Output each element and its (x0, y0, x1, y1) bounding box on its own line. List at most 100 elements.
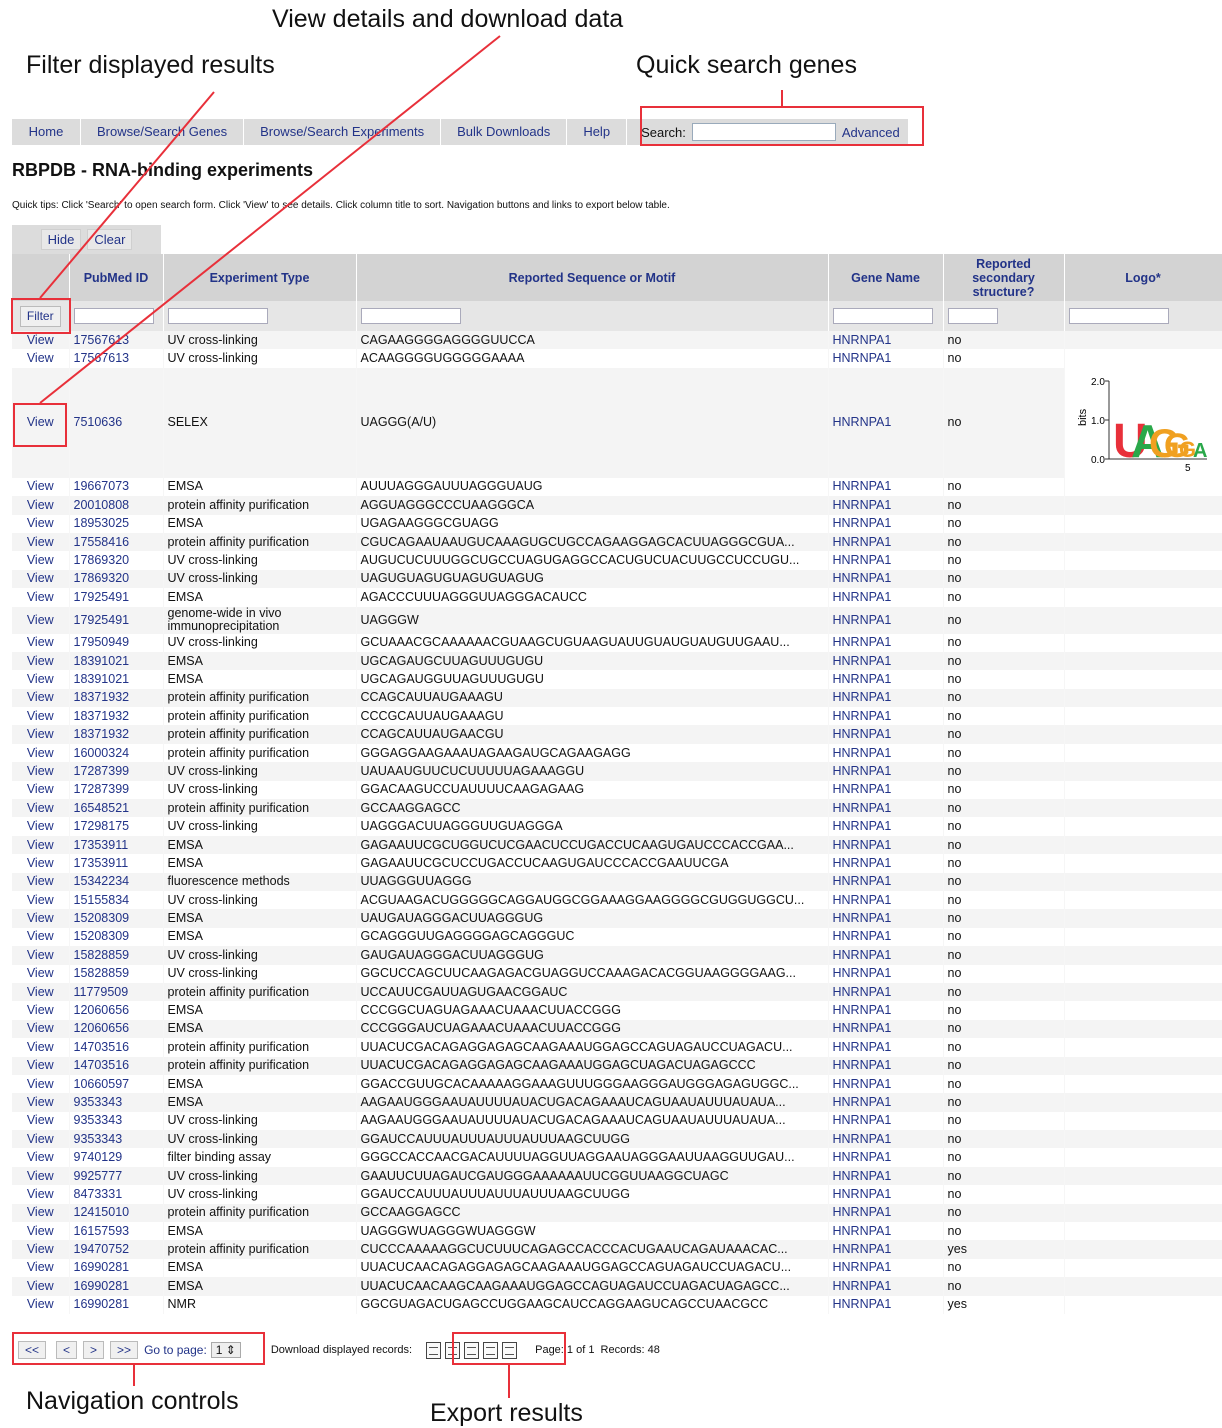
view-link[interactable]: View (12, 1258, 70, 1278)
pubmed-id-link[interactable]: 12415010 (69, 1203, 164, 1223)
view-link[interactable]: View (12, 1185, 70, 1204)
gene-name-link[interactable]: HNRNPA1 (828, 1185, 944, 1204)
gene-name-link[interactable]: HNRNPA1 (828, 1019, 944, 1039)
view-link[interactable]: View (12, 964, 70, 983)
pubmed-id-link[interactable]: 20010808 (69, 496, 164, 515)
gene-name-link[interactable]: HNRNPA1 (828, 1166, 944, 1186)
pubmed-id-link[interactable]: 17925491 (69, 588, 164, 607)
filter-structure-input[interactable] (947, 308, 998, 324)
view-link[interactable]: View (12, 1240, 70, 1259)
gene-name-link[interactable]: HNRNPA1 (828, 964, 944, 983)
view-link[interactable]: View (12, 496, 70, 515)
pubmed-id-link[interactable]: 9353343 (69, 1093, 164, 1112)
view-link[interactable]: View (12, 780, 70, 800)
pubmed-id-link[interactable]: 16990281 (69, 1295, 164, 1314)
view-link[interactable]: View (12, 606, 70, 634)
nav-tab-browse-genes[interactable]: Browse/Search Genes (81, 119, 245, 145)
gene-name-link[interactable]: HNRNPA1 (828, 743, 944, 763)
gene-name-link[interactable]: HNRNPA1 (828, 927, 944, 947)
pubmed-id-link[interactable]: 16990281 (69, 1258, 164, 1278)
view-link[interactable]: View (12, 1148, 70, 1167)
gene-name-link[interactable]: HNRNPA1 (828, 1203, 944, 1223)
pubmed-id-link[interactable]: 14703516 (69, 1056, 164, 1075)
filter-experiment-input[interactable] (167, 308, 268, 324)
view-link[interactable]: View (12, 1166, 70, 1186)
gene-name-link[interactable]: HNRNPA1 (828, 1277, 944, 1296)
view-link[interactable]: View (12, 762, 70, 781)
view-link[interactable]: View (12, 799, 70, 818)
nav-tab-help[interactable]: Help (567, 119, 628, 145)
pubmed-id-link[interactable]: 17950949 (69, 633, 164, 652)
gene-name-link[interactable]: HNRNPA1 (828, 670, 944, 689)
gene-name-link[interactable]: HNRNPA1 (828, 1093, 944, 1112)
view-link[interactable]: View (12, 927, 70, 947)
pubmed-id-link[interactable]: 15828859 (69, 964, 164, 983)
pubmed-id-link[interactable]: 17287399 (69, 762, 164, 781)
pubmed-id-link[interactable]: 19667073 (69, 477, 164, 497)
gene-name-link[interactable]: HNRNPA1 (828, 817, 944, 836)
pubmed-id-link[interactable]: 15342234 (69, 872, 164, 891)
pubmed-id-link[interactable]: 17298175 (69, 817, 164, 836)
hide-button[interactable]: Hide (40, 229, 82, 250)
gene-name-link[interactable]: HNRNPA1 (828, 1240, 944, 1259)
pubmed-id-link[interactable]: 17353911 (69, 854, 164, 873)
gene-name-link[interactable]: HNRNPA1 (828, 725, 944, 744)
pubmed-id-link[interactable]: 17869320 (69, 551, 164, 570)
gene-name-link[interactable]: HNRNPA1 (828, 872, 944, 891)
gene-name-link[interactable]: HNRNPA1 (828, 477, 944, 497)
view-link[interactable]: View (12, 1093, 70, 1112)
filter-sequence-input[interactable] (360, 308, 461, 324)
pubmed-id-link[interactable]: 18391021 (69, 651, 164, 671)
pubmed-id-link[interactable]: 15208309 (69, 909, 164, 928)
gene-name-link[interactable]: HNRNPA1 (828, 946, 944, 965)
nav-tab-home[interactable]: Home (12, 119, 81, 145)
view-link[interactable]: View (12, 707, 70, 726)
header-gene-name[interactable]: Gene Name (828, 254, 944, 301)
pubmed-id-link[interactable]: 18391021 (69, 670, 164, 689)
view-link[interactable]: View (12, 1038, 70, 1057)
pubmed-id-link[interactable]: 18953025 (69, 514, 164, 533)
gene-name-link[interactable]: HNRNPA1 (828, 496, 944, 515)
pubmed-id-link[interactable]: 10660597 (69, 1074, 164, 1094)
pubmed-id-link[interactable]: 18371932 (69, 707, 164, 726)
gene-name-link[interactable]: HNRNPA1 (828, 1148, 944, 1167)
pubmed-id-link[interactable]: 9353343 (69, 1111, 164, 1131)
gene-name-link[interactable]: HNRNPA1 (828, 1038, 944, 1057)
gene-name-link[interactable]: HNRNPA1 (828, 780, 944, 800)
view-link[interactable]: View (12, 1277, 70, 1296)
gene-name-link[interactable]: HNRNPA1 (828, 890, 944, 910)
gene-name-link[interactable]: HNRNPA1 (828, 1295, 944, 1314)
pubmed-id-link[interactable]: 15155834 (69, 890, 164, 910)
pubmed-id-link[interactable]: 17925491 (69, 606, 164, 634)
view-link[interactable]: View (12, 551, 70, 570)
gene-name-link[interactable]: HNRNPA1 (828, 854, 944, 873)
filter-logo-input[interactable] (1068, 308, 1169, 324)
gene-name-link[interactable]: HNRNPA1 (828, 1130, 944, 1149)
gene-name-link[interactable]: HNRNPA1 (828, 762, 944, 781)
gene-name-link[interactable]: HNRNPA1 (828, 367, 944, 478)
gene-name-link[interactable]: HNRNPA1 (828, 1111, 944, 1131)
view-link[interactable]: View (12, 1130, 70, 1149)
gene-name-link[interactable]: HNRNPA1 (828, 532, 944, 552)
view-link[interactable]: View (12, 835, 70, 855)
pubmed-id-link[interactable]: 18371932 (69, 688, 164, 708)
pubmed-id-link[interactable]: 7510636 (69, 367, 164, 478)
view-link[interactable]: View (12, 569, 70, 589)
pubmed-id-link[interactable]: 18371932 (69, 725, 164, 744)
gene-name-link[interactable]: HNRNPA1 (828, 1056, 944, 1075)
view-link[interactable]: View (12, 1203, 70, 1223)
view-link[interactable]: View (12, 588, 70, 607)
gene-name-link[interactable]: HNRNPA1 (828, 1258, 944, 1278)
gene-name-link[interactable]: HNRNPA1 (828, 835, 944, 855)
nav-tab-browse-experiments[interactable]: Browse/Search Experiments (244, 119, 442, 145)
view-link[interactable]: View (12, 532, 70, 552)
gene-name-link[interactable]: HNRNPA1 (828, 688, 944, 708)
export-text-icon[interactable] (426, 1341, 442, 1359)
gene-name-link[interactable]: HNRNPA1 (828, 569, 944, 589)
gene-name-link[interactable]: HNRNPA1 (828, 909, 944, 928)
pubmed-id-link[interactable]: 16990281 (69, 1277, 164, 1296)
gene-name-link[interactable]: HNRNPA1 (828, 1222, 944, 1241)
pubmed-id-link[interactable]: 8473331 (69, 1185, 164, 1204)
view-link[interactable]: View (12, 633, 70, 652)
pubmed-id-link[interactable]: 17353911 (69, 835, 164, 855)
